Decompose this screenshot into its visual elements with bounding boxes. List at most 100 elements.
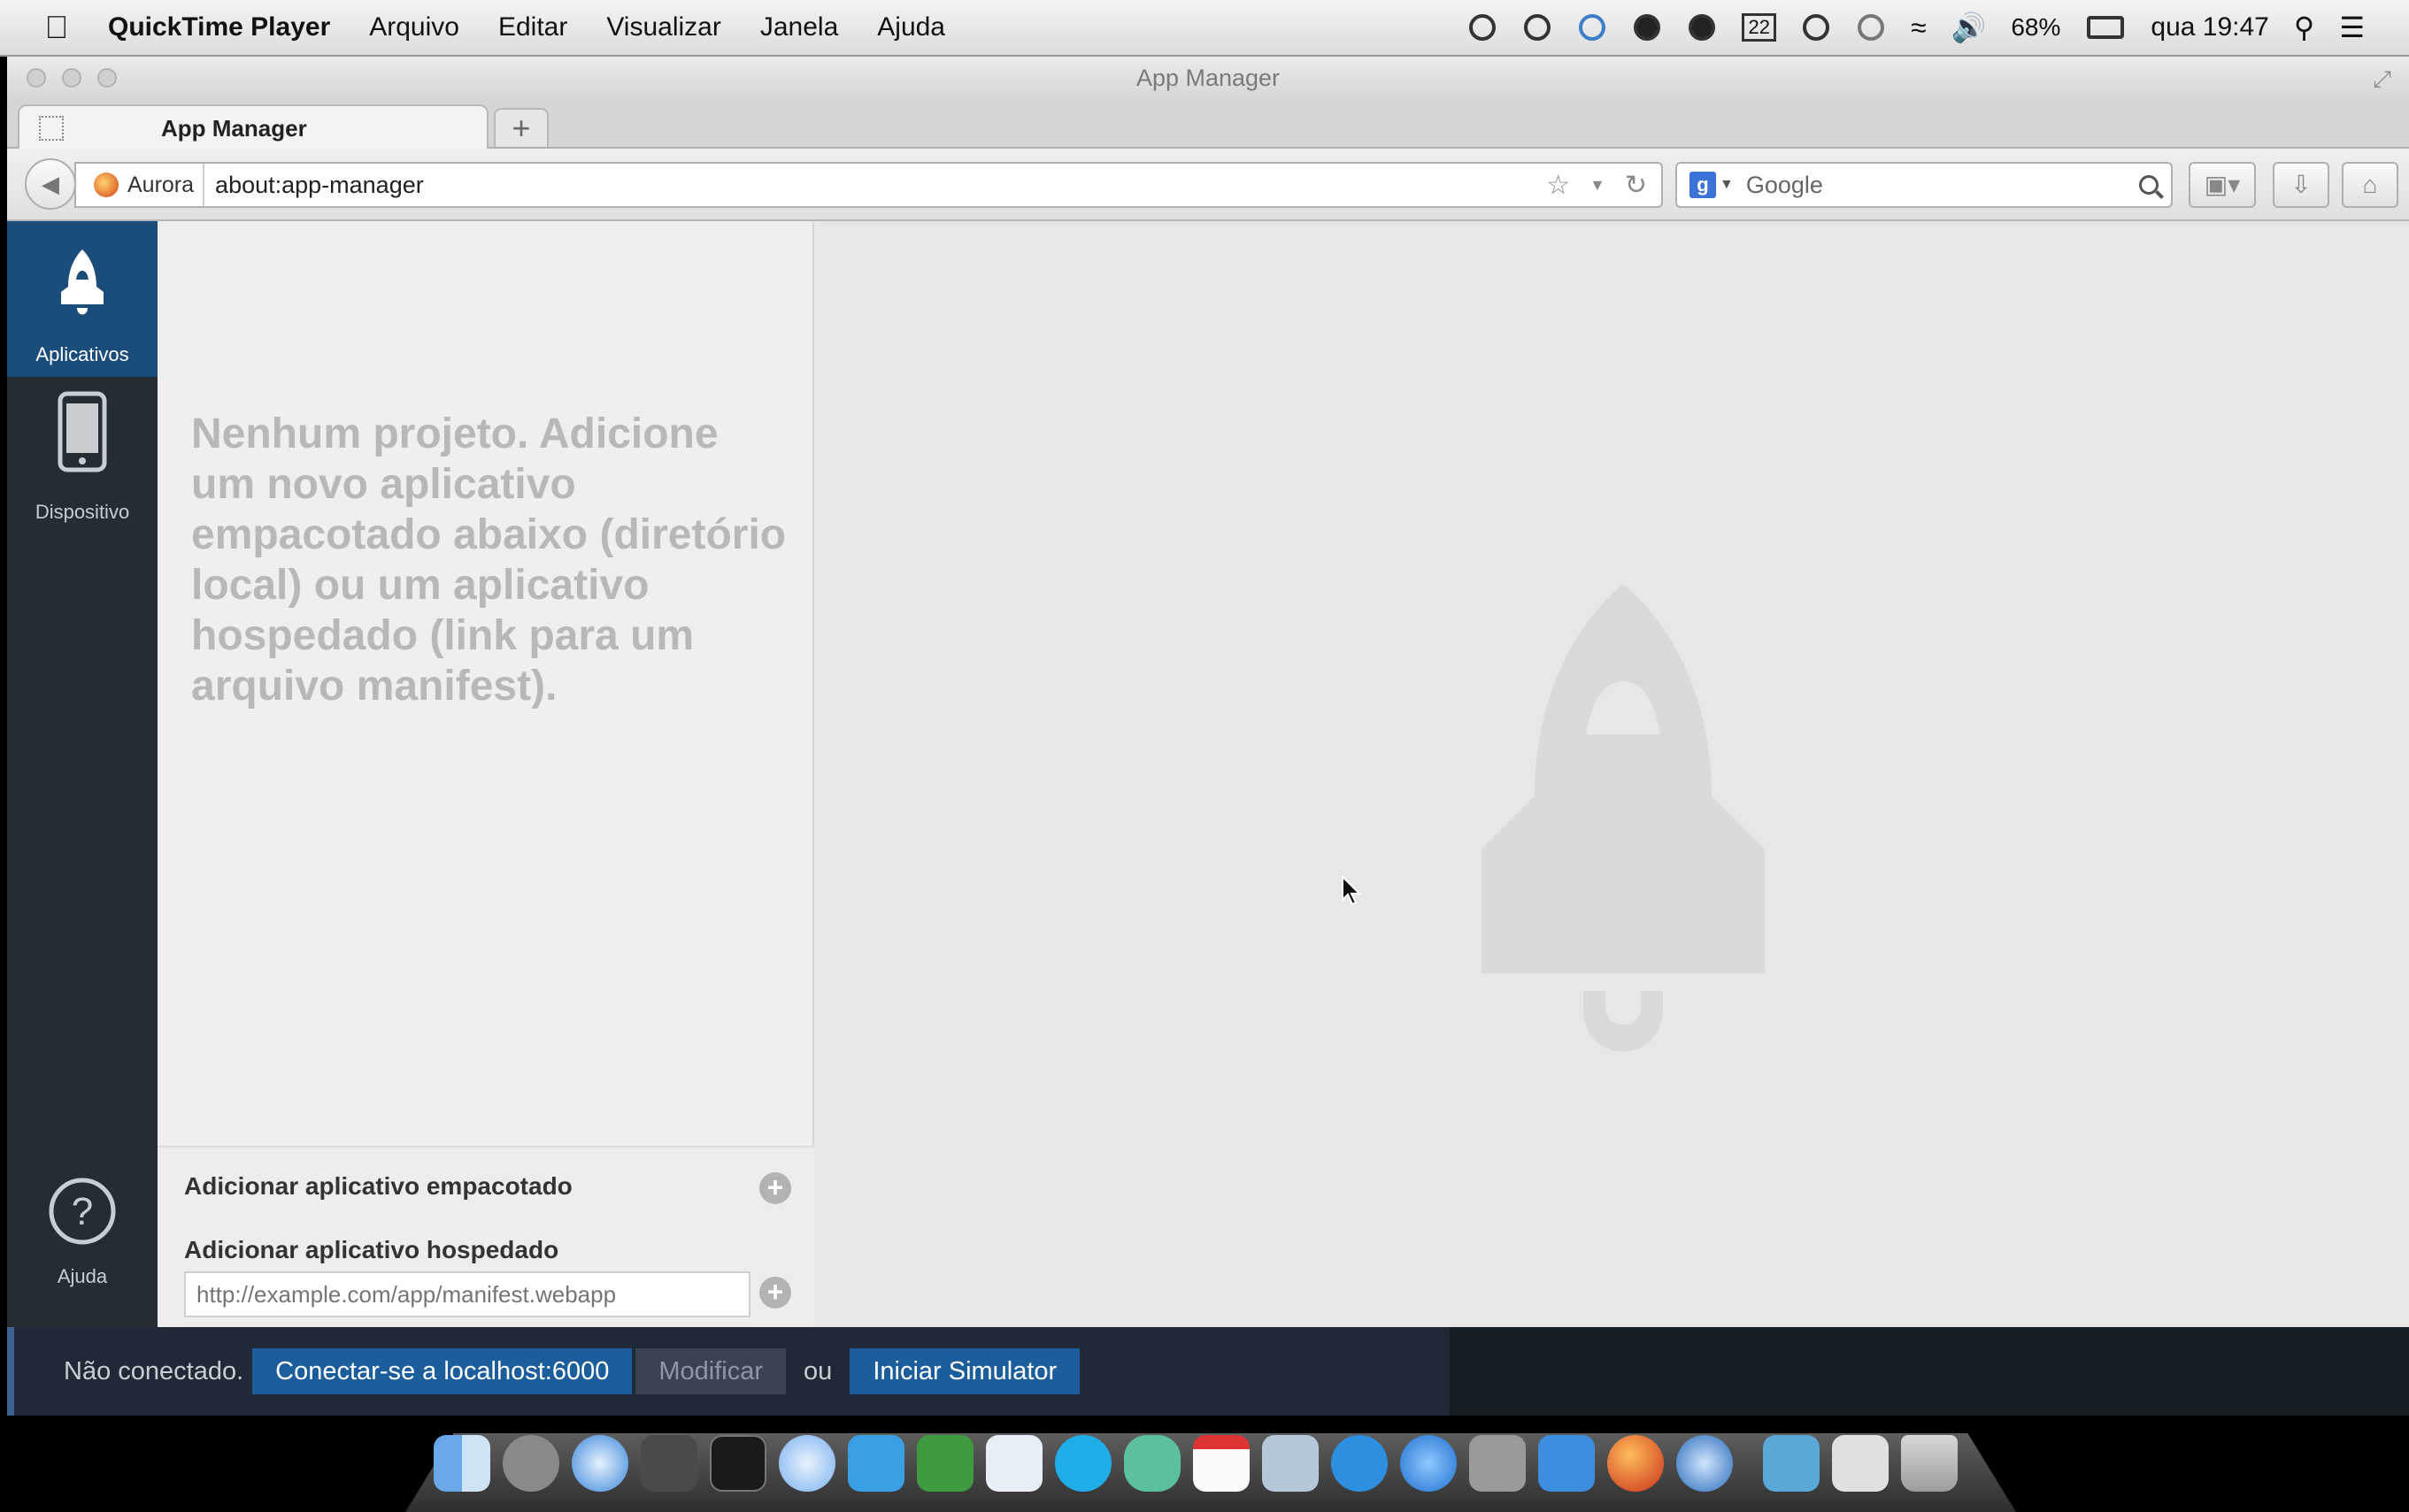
chat-status-icon[interactable]: [1802, 14, 1829, 41]
window-controls: [27, 68, 117, 88]
battery-percent[interactable]: 68%: [2011, 13, 2060, 42]
launchpad-icon[interactable]: [503, 1435, 559, 1492]
twitter-icon[interactable]: [848, 1435, 904, 1492]
url-text[interactable]: about:app-manager: [215, 172, 424, 199]
finder-icon[interactable]: [434, 1435, 490, 1492]
sidebar-label-device: Dispositivo: [35, 501, 130, 523]
spotlight-icon[interactable]: ⚲: [2294, 11, 2314, 44]
menu-ajuda[interactable]: Ajuda: [858, 12, 965, 42]
fullscreen-icon[interactable]: ⤢: [2373, 65, 2391, 94]
modify-button[interactable]: Modificar: [635, 1348, 787, 1394]
start-simulator-button[interactable]: Iniciar Simulator: [850, 1348, 1081, 1394]
projects-panel: Nenhum projeto. Adicione um novo aplicat…: [158, 221, 814, 1327]
volume-icon[interactable]: 🔊: [1951, 11, 1987, 44]
messages-icon[interactable]: [779, 1435, 835, 1492]
sidebar-item-device[interactable]: Dispositivo: [7, 380, 158, 536]
add-packaged-plus-icon[interactable]: +: [759, 1172, 791, 1204]
dock-icons: [434, 1435, 1958, 1492]
hosted-manifest-url-input[interactable]: [184, 1271, 750, 1317]
rdio-icon[interactable]: [1331, 1435, 1388, 1492]
connection-bar-extension: [1450, 1327, 2409, 1416]
quicktime-icon[interactable]: [1676, 1435, 1733, 1492]
add-hosted-plus-icon[interactable]: +: [759, 1277, 791, 1309]
connect-localhost-button[interactable]: Conectar-se a localhost:6000: [252, 1348, 633, 1394]
menu-clock[interactable]: qua 19:47: [2151, 12, 2268, 42]
menu-app-name[interactable]: QuickTime Player: [89, 12, 350, 42]
notification-status-icon[interactable]: [1689, 14, 1716, 41]
app-manager: Aplicativos Dispositivo ? Ajuda Nenhum p…: [7, 221, 2409, 1416]
reload-icon[interactable]: ↻: [1625, 170, 1647, 201]
bookmarks-button[interactable]: ▣▾: [2189, 162, 2256, 208]
add-app-section: Adicionar aplicativo empacotado + Adicio…: [158, 1146, 814, 1327]
app-menu: QuickTime Player Arquivo Editar Visualiz…: [89, 0, 965, 55]
dropbox-status-icon[interactable]: [1579, 14, 1606, 41]
menu-arquivo[interactable]: Arquivo: [350, 12, 479, 42]
app-store-icon[interactable]: [1400, 1435, 1457, 1492]
home-button[interactable]: ⌂: [2342, 162, 2398, 208]
zoom-window-button[interactable]: [97, 68, 117, 88]
time-machine-status-icon[interactable]: [1857, 14, 1884, 41]
browser-window: App Manager ⤢ App Manager + ◀ Aurora abo…: [7, 57, 2409, 1416]
status-menus: 22 ≈ 🔊 68% qua 19:47 ⚲ ☰: [1455, 0, 2409, 55]
wifi-icon[interactable]: ≈: [1911, 12, 1927, 44]
terminal-icon[interactable]: [710, 1435, 766, 1492]
engine-dropdown-icon[interactable]: ▼: [1720, 177, 1734, 193]
safari-icon[interactable]: [572, 1435, 628, 1492]
onepassword-status-icon[interactable]: [1634, 14, 1661, 41]
new-tab-button[interactable]: +: [494, 108, 549, 147]
menu-editar[interactable]: Editar: [479, 12, 587, 42]
add-packaged-label[interactable]: Adicionar aplicativo empacotado: [184, 1172, 573, 1201]
sidebar-label-apps: Aplicativos: [35, 343, 129, 365]
back-button[interactable]: ◀: [25, 158, 76, 210]
close-window-button[interactable]: [27, 68, 46, 88]
search-bar[interactable]: g ▼ Google: [1675, 162, 2173, 208]
apple-menu-icon[interactable]: : [25, 9, 89, 46]
downloads-stack-icon[interactable]: [1832, 1435, 1889, 1492]
tab-label: App Manager: [161, 114, 307, 142]
system-preferences-icon[interactable]: [1469, 1435, 1526, 1492]
downloads-button[interactable]: ⇩: [2273, 162, 2329, 208]
calendar-status-icon[interactable]: 22: [1742, 13, 1776, 42]
site-identity[interactable]: Aurora: [76, 164, 205, 206]
evernote-icon[interactable]: [917, 1435, 974, 1492]
menu-janela[interactable]: Janela: [741, 12, 858, 42]
skype-icon[interactable]: [1055, 1435, 1112, 1492]
documents-folder-icon[interactable]: [1763, 1435, 1820, 1492]
cloud-app-icon[interactable]: [1124, 1435, 1181, 1492]
calendar-icon[interactable]: [1193, 1435, 1250, 1492]
sidebar-item-apps[interactable]: Aplicativos: [7, 221, 158, 377]
battery-icon[interactable]: [2087, 16, 2125, 39]
bookmarks-icon: ▣▾: [2204, 171, 2241, 198]
firefox-aurora-icon[interactable]: [1607, 1435, 1664, 1492]
google-engine-icon[interactable]: g: [1689, 172, 1716, 198]
sublime-text-icon[interactable]: [641, 1435, 697, 1492]
mac-menu-bar:  QuickTime Player Arquivo Editar Visual…: [0, 0, 2409, 57]
bookmark-star-icon[interactable]: ☆: [1546, 170, 1570, 201]
tab-strip: App Manager +: [7, 99, 2409, 150]
search-icon[interactable]: [2139, 175, 2159, 195]
skitch-icon[interactable]: [986, 1435, 1043, 1492]
phone-icon: [58, 391, 107, 472]
notification-center-icon[interactable]: ☰: [2339, 11, 2365, 44]
tab-favicon-icon: [39, 116, 64, 141]
minimize-window-button[interactable]: [62, 68, 81, 88]
window-titlebar: App Manager ⤢: [7, 57, 2409, 99]
rocket-icon: [61, 249, 104, 315]
url-bar[interactable]: Aurora about:app-manager ☆ ▼ ↻: [74, 162, 1663, 208]
record-status-icon[interactable]: [1469, 14, 1497, 41]
keynote-icon[interactable]: [1538, 1435, 1595, 1492]
rocket-watermark-icon: [1482, 584, 1765, 1052]
or-label: ou: [804, 1356, 833, 1385]
tab-app-manager[interactable]: App Manager: [18, 104, 489, 150]
preview-icon[interactable]: [1262, 1435, 1319, 1492]
trash-icon[interactable]: [1901, 1435, 1958, 1492]
history-dropdown-icon[interactable]: ▼: [1589, 176, 1605, 195]
sidebar-item-help[interactable]: ? Ajuda: [7, 1164, 158, 1320]
navigation-toolbar: ◀ Aurora about:app-manager ☆ ▼ ↻ g ▼ Goo…: [7, 149, 2409, 221]
url-actions: ☆ ▼ ↻: [1546, 170, 1661, 201]
aurora-logo-icon: [94, 173, 119, 197]
menu-visualizar[interactable]: Visualizar: [587, 12, 741, 42]
dock-area: [0, 1416, 2409, 1512]
search-input[interactable]: Google: [1746, 172, 1823, 199]
owl-status-icon[interactable]: [1524, 14, 1551, 41]
